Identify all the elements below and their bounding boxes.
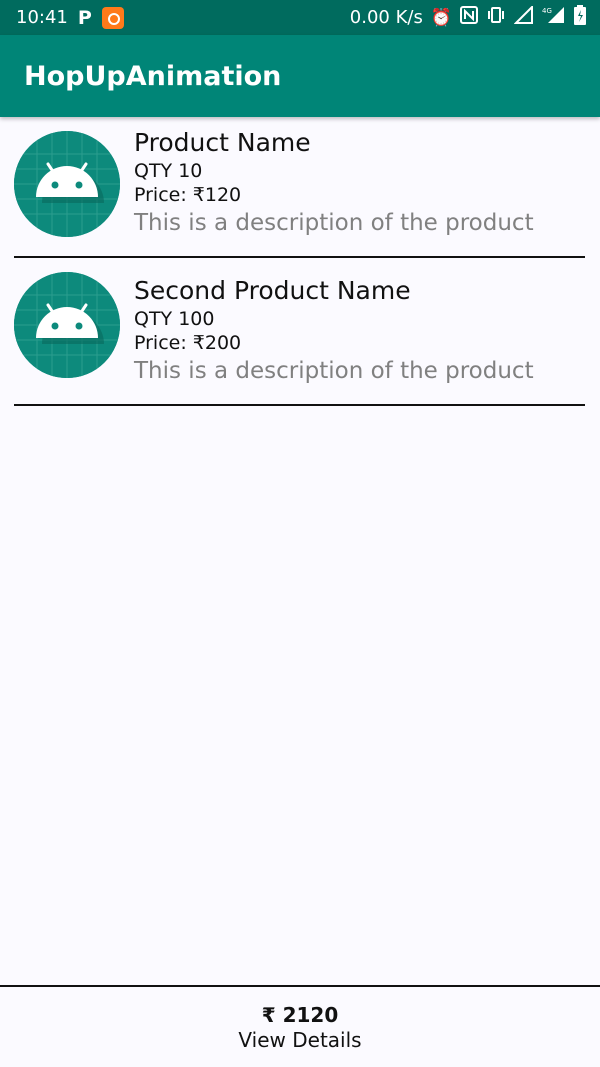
svg-text:4G: 4G (542, 7, 552, 15)
status-bar: 10:41 P 0.00 K/s ⏰ 4G (0, 0, 600, 35)
signal-icon (513, 4, 534, 29)
cart-total: ₹ 2120 (261, 1003, 339, 1027)
product-name: Second Product Name (134, 276, 411, 305)
vibrate-icon (486, 6, 506, 29)
product-description: This is a description of the product (134, 358, 534, 384)
product-description: This is a description of the product (134, 210, 534, 236)
notification-app-icon (101, 6, 124, 29)
4g-signal-icon: 4G (542, 6, 566, 29)
product-qty: QTY 100 (134, 308, 215, 330)
product-list-item[interactable]: Second Product Name QTY 100 Price: ₹200 … (14, 258, 585, 406)
product-price: Price: ₹120 (134, 184, 242, 206)
product-image-android-icon (14, 131, 120, 237)
p-icon: P (77, 6, 92, 29)
alarm-icon: ⏰ (430, 7, 452, 28)
app-title: HopUpAnimation (24, 60, 282, 92)
app-bar: HopUpAnimation (0, 35, 600, 117)
cart-summary-bar[interactable]: ₹ 2120 View Details (0, 985, 600, 1067)
product-image-android-icon (14, 272, 120, 378)
nfc-icon (460, 6, 478, 29)
product-list[interactable]: Product Name QTY 10 Price: ₹120 This is … (14, 117, 585, 406)
battery-icon (574, 5, 586, 30)
product-price: Price: ₹200 (134, 332, 242, 354)
product-name: Product Name (134, 128, 311, 157)
status-time: 10:41 (16, 7, 68, 28)
network-speed: 0.00 K/s (349, 7, 423, 28)
view-details-button[interactable]: View Details (238, 1027, 361, 1053)
product-list-item[interactable]: Product Name QTY 10 Price: ₹120 This is … (14, 117, 585, 258)
product-qty: QTY 10 (134, 160, 203, 182)
